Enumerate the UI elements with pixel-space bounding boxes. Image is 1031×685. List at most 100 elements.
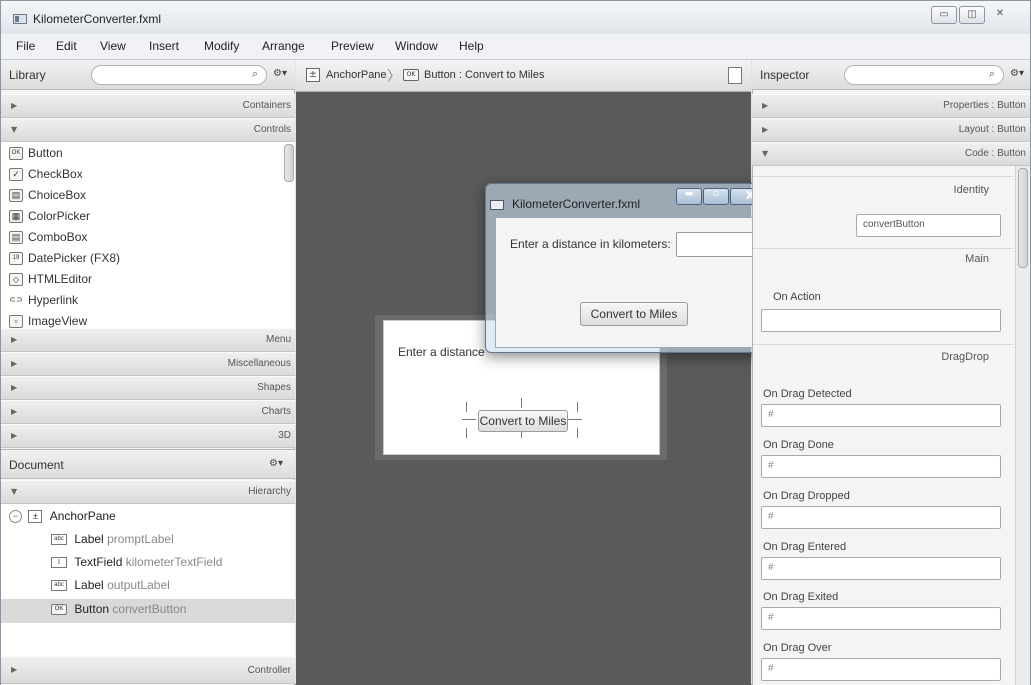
breadcrumb-item-anchorpane[interactable]: AnchorPane — [326, 69, 387, 81]
library-item-hyperlink[interactable]: ⊂⊃ Hyperlink — [9, 291, 269, 312]
collapse-icon[interactable]: − — [9, 510, 22, 524]
on-drag-dropped-label: On Drag Dropped — [763, 490, 850, 502]
on-action-field[interactable] — [761, 309, 1001, 332]
preview-content: Enter a distance in kilometers: Convert … — [495, 217, 773, 348]
convert-button-preview[interactable]: Convert to Miles — [580, 302, 688, 326]
minimize-icon[interactable]: ▭ — [931, 6, 957, 24]
tree-item-type: TextField — [74, 555, 123, 569]
section-miscellaneous[interactable]: ▶ Miscellaneous — [1, 352, 295, 376]
tree-item-anchorpane[interactable]: − ± AnchorPane — [9, 509, 116, 531]
section-properties[interactable]: ▶ Properties : Button — [752, 94, 1030, 118]
library-item-combobox[interactable]: ▤ ComboBox — [9, 228, 269, 249]
anchor-line — [568, 419, 582, 420]
section-shapes[interactable]: ▶ Shapes — [1, 376, 295, 400]
convert-button-design[interactable]: Convert to Miles — [478, 410, 568, 432]
expanded-arrow-icon: ▼ — [762, 149, 769, 158]
on-drag-over-field[interactable]: # — [761, 658, 1001, 681]
library-item-imageview[interactable]: ▫ ImageView — [9, 312, 269, 328]
gear-icon[interactable]: ⚙▾ — [1010, 68, 1024, 79]
menu-help[interactable]: Help — [459, 39, 484, 53]
library-scrollbar-thumb[interactable] — [284, 144, 294, 182]
library-item-colorpicker[interactable]: ▦ ColorPicker — [9, 207, 269, 228]
menu-file[interactable]: File — [16, 39, 35, 53]
choicebox-icon: ▤ — [9, 189, 23, 202]
inspector-search-input[interactable]: ⌕ — [844, 65, 1004, 85]
close-icon[interactable]: ✕ — [987, 6, 1013, 24]
anchor-line — [466, 402, 467, 412]
section-controls[interactable]: ▼ Controls — [1, 118, 295, 142]
on-drag-done-label: On Drag Done — [763, 439, 834, 451]
dragdrop-heading: DragDrop — [941, 351, 989, 363]
menu-modify[interactable]: Modify — [204, 39, 239, 53]
section-label: Miscellaneous — [227, 358, 291, 369]
section-label: Controller — [247, 665, 291, 676]
list-item-label: Button — [28, 146, 63, 160]
button-icon: OK — [403, 69, 419, 81]
library-header: Library ⌕ ⚙▾ — [1, 60, 295, 90]
library-item-choicebox[interactable]: ▤ ChoiceBox — [9, 186, 269, 207]
tree-item-kilometertextfield[interactable]: I TextField kilometerTextField — [51, 555, 222, 577]
library-item-datepicker[interactable]: 19 DatePicker (FX8) — [9, 249, 269, 270]
on-drag-done-field[interactable]: # — [761, 455, 1001, 478]
library-item-checkbox[interactable]: ✓ CheckBox — [9, 165, 269, 186]
section-containers[interactable]: ▶ Containers — [1, 94, 295, 118]
menu-edit[interactable]: Edit — [56, 39, 77, 53]
tree-item-promptlabel[interactable]: abc Label promptLabel — [51, 532, 174, 554]
link-icon: ⊂⊃ — [9, 295, 23, 304]
section-hierarchy[interactable]: ▼ Hierarchy — [1, 480, 295, 504]
title-bar[interactable]: KilometerConverter.fxml ▭ ◫ ✕ — [1, 1, 1030, 34]
tree-item-type: Label — [74, 532, 104, 546]
list-item-label: ComboBox — [28, 230, 88, 244]
section-label: Code : Button — [964, 148, 1026, 159]
gear-icon[interactable]: ⚙▾ — [273, 68, 287, 79]
section-menu[interactable]: ▶ Menu — [1, 328, 295, 352]
anchorpane-icon: ± — [28, 510, 43, 524]
collapsed-arrow-icon: ▶ — [11, 383, 18, 392]
section-controller[interactable]: ▶ Controller — [1, 656, 295, 684]
kilometer-input[interactable] — [676, 232, 758, 257]
menu-window[interactable]: Window — [395, 39, 438, 53]
inspector-scrollbar-thumb[interactable] — [1018, 168, 1028, 268]
document-icon[interactable] — [728, 67, 742, 84]
inspector-header: Inspector ⌕ ⚙▾ — [752, 60, 1030, 90]
section-layout[interactable]: ▶ Layout : Button — [752, 118, 1030, 142]
fx-id-field[interactable]: convertButton — [856, 214, 1001, 237]
anchor-line — [466, 428, 467, 438]
on-drag-dropped-field[interactable]: # — [761, 506, 1001, 529]
library-item-htmleditor[interactable]: ◇ HTMLEditor — [9, 270, 269, 291]
inspector-title: Inspector — [760, 68, 810, 82]
prompt-label[interactable]: Enter a distance — [398, 345, 485, 359]
menu-arrange[interactable]: Arrange — [262, 39, 305, 53]
section-code[interactable]: ▼ Code : Button — [752, 142, 1030, 166]
library-search-input[interactable]: ⌕ — [91, 65, 267, 85]
section-charts[interactable]: ▶ Charts — [1, 400, 295, 424]
maximize-icon[interactable]: ◫ — [959, 6, 985, 24]
on-drag-exited-field[interactable]: # — [761, 607, 1001, 630]
tree-item-fxid: convertButton — [112, 602, 187, 616]
colorpicker-icon: ▦ — [9, 210, 23, 223]
menu-view[interactable]: View — [100, 39, 126, 53]
gear-icon[interactable]: ⚙▾ — [269, 458, 283, 469]
menu-preview[interactable]: Preview — [331, 39, 374, 53]
on-drag-entered-field[interactable]: # — [761, 557, 1001, 580]
tree-item-outputlabel[interactable]: abc Label outputLabel — [51, 578, 170, 600]
section-label: Hierarchy — [248, 486, 291, 497]
preview-window[interactable]: KilometerConverter.fxml ▬ ▫ X Enter a di… — [485, 183, 780, 353]
inspector-scrollbar[interactable] — [1015, 166, 1030, 685]
breadcrumb-item-button[interactable]: Button : Convert to Miles — [424, 69, 544, 81]
controls-list: OK Button ✓ CheckBox ▤ ChoiceBox ▦ Color… — [1, 142, 295, 328]
library-item-button[interactable]: OK Button — [9, 144, 269, 165]
on-drag-detected-field[interactable]: # — [761, 404, 1001, 427]
collapsed-arrow-icon: ▶ — [11, 359, 18, 368]
collapsed-arrow-icon: ▶ — [11, 101, 18, 110]
separator — [753, 344, 1013, 345]
maximize-icon[interactable]: ▫ — [703, 188, 729, 205]
collapsed-arrow-icon: ▶ — [762, 101, 769, 110]
section-label: 3D — [278, 430, 291, 441]
collapsed-arrow-icon: ▶ — [11, 335, 18, 344]
minimize-icon[interactable]: ▬ — [676, 188, 702, 205]
identity-heading: Identity — [953, 184, 989, 196]
menu-insert[interactable]: Insert — [149, 39, 179, 53]
section-3d[interactable]: ▶ 3D — [1, 424, 295, 448]
tree-item-convertbutton[interactable]: OK Button convertButton — [51, 602, 186, 624]
